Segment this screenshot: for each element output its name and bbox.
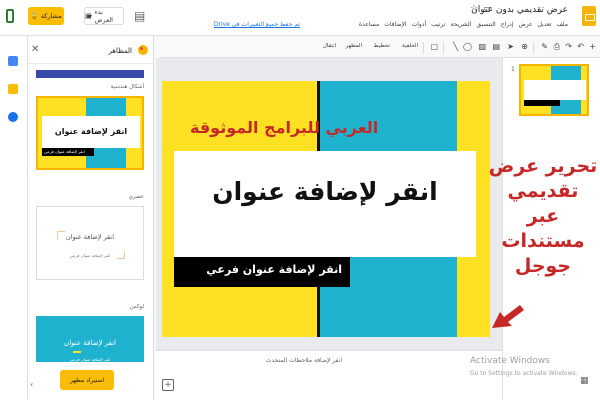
comment-add-icon[interactable]: ▢ <box>430 42 438 52</box>
menu-insert[interactable]: إدراج <box>501 21 514 28</box>
menu-addons[interactable]: الإضافات <box>384 21 406 28</box>
line-icon[interactable]: ╲ <box>453 42 458 52</box>
theme-label: عصري <box>128 194 144 200</box>
themes-list[interactable]: أشكال هندسية انقر لإضافة عنوان انقر لإضا… <box>28 66 154 362</box>
comment-icon[interactable]: ▤ <box>134 9 145 23</box>
menu-format[interactable]: التنسيق <box>476 21 495 28</box>
phone-icon[interactable] <box>6 9 14 23</box>
app-header: عرض تقديمي بدون عنوان ☆ ▭ ملف تعديل عرض … <box>0 0 600 36</box>
menu-slide[interactable]: الشريحة <box>450 21 471 28</box>
slide-title: انقر لإضافة عنوان <box>212 177 438 206</box>
slide-title-box[interactable]: انقر لإضافة عنوان <box>174 151 476 257</box>
toolbar-divider <box>443 42 444 54</box>
menu-help[interactable]: مساعدة <box>359 21 379 28</box>
textbox-icon[interactable]: ▤ <box>492 42 500 52</box>
print-icon[interactable]: ⎙ <box>554 42 560 52</box>
transition-button[interactable]: انتقال <box>323 43 336 49</box>
speaker-notes-placeholder: انقر لإضافة ملاحظات المتحدث <box>265 357 342 364</box>
menu-tools[interactable]: أدوات <box>412 21 427 28</box>
theme-preview-partial[interactable] <box>36 70 144 78</box>
present-button[interactable]: ▾ ▣ بدء العرض <box>84 7 124 25</box>
theme-label: أشكال هندسية <box>110 84 144 90</box>
undo-icon[interactable]: ↶ <box>577 42 584 52</box>
side-note: تحرير عرض تقديمي عبر مستندات جوجل <box>488 155 598 277</box>
menu-edit[interactable]: تعديل <box>538 21 552 28</box>
toolbar: + ↶ ↷ ⎙ ✎ ⊕ ➤ ▤ ▨ ◯ ╲ ▢ الخلفية تخطيط ال… <box>160 38 600 58</box>
slide-number: 1 <box>511 66 515 73</box>
theme-title-text: انقر لإضافة عنوان <box>54 127 128 136</box>
slide-thumbnail[interactable] <box>519 64 589 116</box>
menu-arrange[interactable]: ترتيب <box>431 21 445 28</box>
theme-title-text: انقر لإضافة عنوان <box>65 233 115 241</box>
share-label: مشاركة <box>40 12 62 20</box>
toolbar-divider <box>533 42 534 54</box>
slides-app: عرض تقديمي بدون عنوان ☆ ▭ ملف تعديل عرض … <box>0 0 600 400</box>
grid-view-icon[interactable]: ▦ <box>580 376 589 386</box>
theme-subtitle-text: انقر لإضافة عنوان فرعي <box>69 253 111 258</box>
themes-panel-header: ✕ المظاهر <box>28 36 154 64</box>
side-app-strip <box>0 36 28 400</box>
theme-card-modern[interactable]: انقر لإضافة عنوان انقر لإضافة عنوان فرعي <box>36 206 144 280</box>
menu-file[interactable]: ملف <box>557 21 568 28</box>
calendar-icon[interactable] <box>8 56 18 66</box>
collapse-icon[interactable]: ‹ <box>30 380 33 389</box>
slides-logo-icon[interactable] <box>582 6 596 26</box>
theme-title-text: انقر لإضافة عنوان <box>64 339 116 347</box>
windows-activation-title: Activate Windows <box>470 356 550 366</box>
theme-label: لوكس <box>129 304 144 310</box>
select-icon[interactable]: ➤ <box>507 42 514 52</box>
themes-title: المظاهر <box>108 47 132 55</box>
palette-icon <box>138 45 148 55</box>
theme-card-geometric[interactable]: انقر لإضافة عنوان انقر لإضافة عنوان فرعي <box>36 96 144 170</box>
theme-button[interactable]: المظهر <box>346 43 362 49</box>
folder-icon[interactable]: ▭ <box>483 4 492 14</box>
speaker-notes[interactable]: انقر لإضافة ملاحظات المتحدث + <box>156 350 502 400</box>
slide-subtitle: انقر لإضافة عنوان فرعي <box>206 263 342 276</box>
new-slide-icon[interactable]: + <box>589 42 596 52</box>
theme-card-luxe[interactable]: انقر لإضافة عنوان انقر لإضافة عنوان فرعي <box>36 316 144 362</box>
brand-overlay: العربي للبرامج الموثوقة <box>190 118 379 137</box>
star-icon[interactable]: ☆ <box>470 4 478 14</box>
theme-subtitle-text: انقر لإضافة عنوان فرعي <box>44 149 85 154</box>
zoom-icon[interactable]: ⊕ <box>521 42 528 52</box>
slide-subtitle-box[interactable]: انقر لإضافة عنوان فرعي <box>174 257 350 287</box>
layout-button[interactable]: تخطيط <box>374 43 390 49</box>
windows-activation-subtitle: Go to Settings to activate Windows. <box>470 370 578 377</box>
last-edit-link[interactable]: تم حفظ جميع التغييرات في Drive <box>214 21 300 28</box>
lock-icon: 🔒 <box>30 12 39 20</box>
red-arrow-icon <box>492 305 524 328</box>
theme-subtitle-text: انقر لإضافة عنوان فرعي <box>69 357 111 362</box>
import-theme-button[interactable]: استيراد مظهر <box>60 370 114 390</box>
close-icon[interactable]: ✕ <box>31 44 39 55</box>
thumb-subtitle-box <box>524 100 560 106</box>
keep-icon[interactable] <box>8 84 18 94</box>
present-label: بدء العرض <box>94 8 113 24</box>
shape-icon[interactable]: ◯ <box>463 42 472 52</box>
menu-bar: ملف تعديل عرض إدراج التنسيق الشريحة ترتي… <box>359 21 568 28</box>
paint-format-icon[interactable]: ✎ <box>541 42 548 52</box>
redo-icon[interactable]: ↷ <box>565 42 572 52</box>
theme-accent-bar <box>73 351 81 353</box>
share-button[interactable]: 🔒 مشاركة <box>28 7 64 25</box>
dropdown-icon[interactable]: ▾ <box>89 13 92 20</box>
menu-view[interactable]: عرض <box>518 21 532 28</box>
background-button[interactable]: الخلفية <box>402 43 418 49</box>
themes-panel: ✕ المظاهر أشكال هندسية انقر لإضافة عنوان… <box>28 36 154 400</box>
tasks-icon[interactable] <box>8 112 18 122</box>
toolbar-divider <box>423 42 424 54</box>
thumb-title-box <box>524 80 586 100</box>
image-icon[interactable]: ▨ <box>478 42 486 52</box>
add-icon[interactable]: + <box>162 379 174 391</box>
